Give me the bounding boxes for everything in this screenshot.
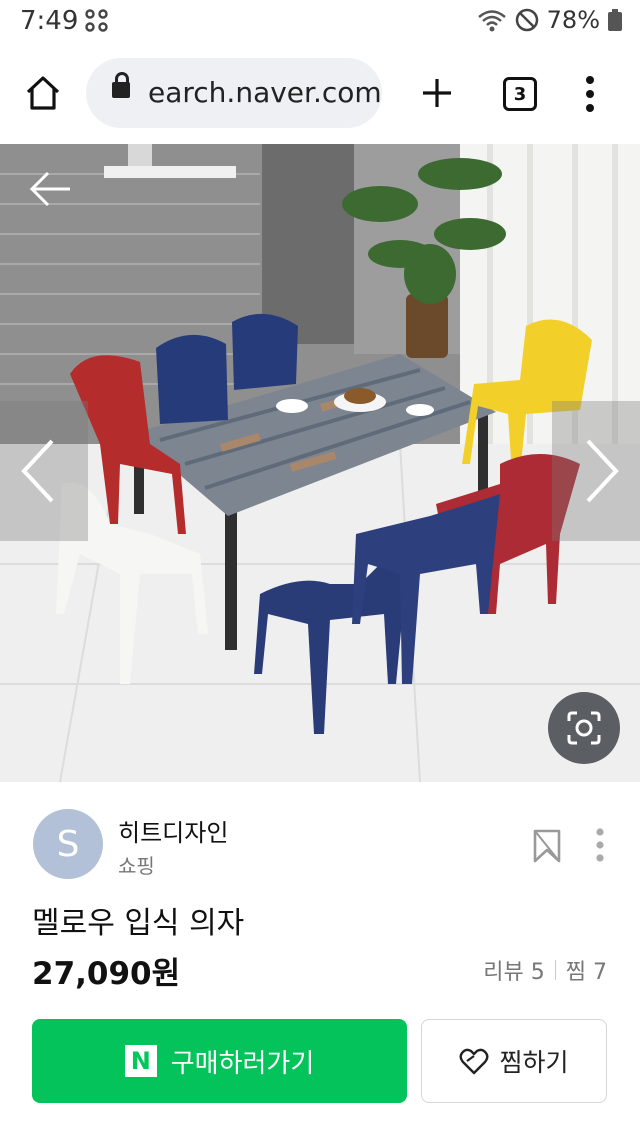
url-text: earch.naver.com bbox=[148, 76, 382, 109]
home-icon[interactable] bbox=[24, 74, 62, 116]
bookmark-icon[interactable] bbox=[532, 828, 562, 868]
seller-category: 쇼핑 bbox=[118, 854, 155, 878]
product-price: 27,090원 bbox=[32, 956, 181, 992]
more-vertical-icon[interactable] bbox=[582, 74, 598, 118]
tab-switcher-button[interactable]: 3 bbox=[503, 77, 537, 111]
review-count[interactable]: 리뷰 5 bbox=[483, 954, 544, 986]
battery-percent: 78% bbox=[546, 6, 600, 34]
meta-divider bbox=[554, 960, 556, 980]
battery-icon bbox=[608, 9, 622, 31]
plus-icon[interactable] bbox=[420, 76, 454, 114]
product-title[interactable]: 멜로우 입식 의자 bbox=[32, 898, 244, 942]
status-time: 7:49 bbox=[20, 6, 79, 36]
back-arrow-icon[interactable] bbox=[28, 170, 74, 212]
product-meta: 리뷰 5 찜 7 bbox=[483, 954, 607, 986]
buy-button[interactable]: N 구매하러가기 bbox=[32, 1019, 407, 1103]
lock-icon bbox=[112, 72, 130, 98]
status-right: 78% bbox=[477, 6, 622, 34]
chevron-right-icon bbox=[586, 439, 619, 503]
naver-logo-icon: N bbox=[124, 1045, 157, 1077]
seller-avatar[interactable]: S bbox=[33, 809, 103, 879]
image-search-icon bbox=[567, 711, 601, 745]
browser-toolbar: earch.naver.com 3 bbox=[0, 44, 640, 144]
product-image[interactable] bbox=[0, 144, 640, 782]
buy-button-label: 구매하러가기 bbox=[170, 1048, 315, 1079]
chevron-left-icon bbox=[21, 439, 54, 503]
do-not-disturb-icon bbox=[515, 8, 538, 32]
next-image-button[interactable] bbox=[552, 401, 640, 541]
image-search-button[interactable] bbox=[548, 692, 620, 764]
favorite-button-label: 찜하기 bbox=[499, 1048, 569, 1077]
app-notification-icon bbox=[85, 9, 108, 32]
wifi-icon bbox=[477, 10, 506, 32]
seller-name[interactable]: 히트디자인 bbox=[118, 813, 228, 848]
previous-image-button[interactable] bbox=[0, 401, 88, 541]
more-options-icon[interactable] bbox=[593, 826, 607, 868]
notification-icons bbox=[84, 8, 110, 39]
heart-icon bbox=[460, 1048, 489, 1075]
favorite-button[interactable]: 찜하기 bbox=[421, 1019, 607, 1103]
address-bar[interactable]: earch.naver.com bbox=[86, 58, 382, 128]
wish-count: 찜 7 bbox=[565, 960, 607, 985]
status-bar: 7:49 78% bbox=[0, 0, 640, 44]
product-photo bbox=[0, 144, 640, 782]
